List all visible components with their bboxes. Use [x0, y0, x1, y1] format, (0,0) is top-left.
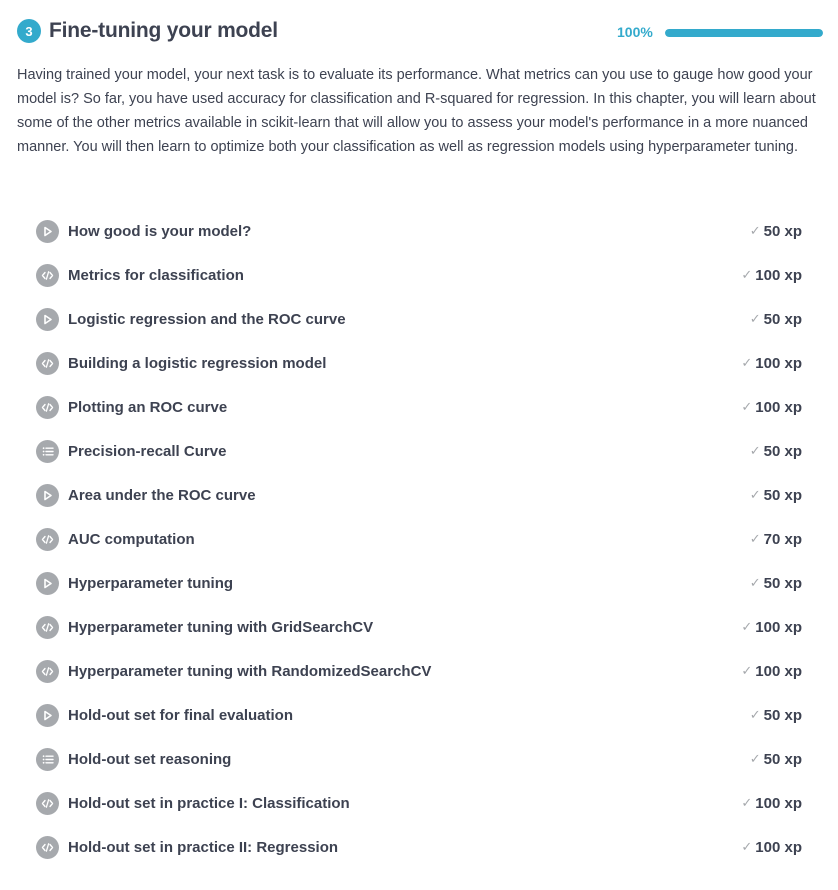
- exercise-item[interactable]: Hold-out set reasoning ✓ 50 xp: [36, 737, 804, 781]
- exercise-xp: ✓ 100 xp: [741, 781, 802, 825]
- code-icon: [36, 791, 59, 815]
- code-icon: [36, 659, 59, 683]
- xp-value: 100 xp: [755, 794, 802, 812]
- code-icon: [36, 615, 59, 639]
- progress-percent: 100%: [617, 24, 653, 40]
- exercise-item[interactable]: Plotting an ROC curve ✓ 100 xp: [36, 385, 804, 429]
- xp-value: 50 xp: [763, 222, 802, 240]
- exercise-item[interactable]: Hold-out set for final evaluation ✓ 50 xp: [36, 693, 804, 737]
- exercise-xp: ✓ 50 xp: [750, 561, 802, 605]
- exercise-title[interactable]: Metrics for classification: [68, 267, 244, 284]
- checkmark-icon: ✓: [741, 663, 753, 678]
- exercise-title[interactable]: Area under the ROC curve: [68, 487, 256, 504]
- checkmark-icon: ✓: [749, 707, 761, 722]
- chapter-description: Having trained your model, your next tas…: [17, 67, 816, 155]
- checkmark-icon: ✓: [749, 751, 761, 766]
- exercise-title[interactable]: Hold-out set in practice II: Regression: [68, 839, 338, 856]
- exercise-title[interactable]: Hold-out set in practice I: Classificati…: [68, 795, 350, 812]
- xp-value: 50 xp: [763, 750, 802, 768]
- exercise-title[interactable]: Building a logistic regression model: [68, 355, 326, 372]
- checkmark-icon: ✓: [749, 223, 761, 238]
- exercise-xp: ✓ 100 xp: [741, 649, 802, 693]
- exercise-title[interactable]: How good is your model?: [68, 223, 251, 240]
- list-icon: [36, 439, 59, 463]
- xp-value: 100 xp: [755, 838, 802, 856]
- exercise-item[interactable]: Logistic regression and the ROC curve ✓ 50…: [36, 297, 804, 341]
- progress-bar-fill: [665, 29, 823, 37]
- exercise-xp: ✓ 100 xp: [741, 253, 802, 297]
- xp-value: 100 xp: [755, 662, 802, 680]
- exercise-item[interactable]: AUC computation ✓ 70 xp: [36, 517, 804, 561]
- xp-value: 50 xp: [763, 574, 802, 592]
- code-icon: [36, 263, 59, 287]
- checkmark-icon: ✓: [749, 487, 761, 502]
- exercise-title[interactable]: Precision-recall Curve: [68, 443, 226, 460]
- chapter-card: 3 Fine-tuning your model 100% Having tra…: [0, 0, 838, 890]
- exercise-item[interactable]: Metrics for classification ✓ 100 xp: [36, 253, 804, 297]
- checkmark-icon: ✓: [749, 575, 761, 590]
- exercise-title[interactable]: AUC computation: [68, 531, 195, 548]
- exercise-item[interactable]: Hyperparameter tuning with GridSearchCV ✓…: [36, 605, 804, 649]
- play-icon: [36, 571, 59, 595]
- exercise-item[interactable]: Precision-recall Curve ✓ 50 xp: [36, 429, 804, 473]
- checkmark-icon: ✓: [741, 355, 753, 370]
- play-icon: [36, 703, 59, 727]
- exercise-xp: ✓ 50 xp: [750, 429, 802, 473]
- checkmark-icon: ✓: [741, 795, 753, 810]
- checkmark-icon: ✓: [741, 267, 753, 282]
- chapter-number-badge: 3: [17, 19, 41, 43]
- exercise-item[interactable]: Hyperparameter tuning with RandomizedSea…: [36, 649, 804, 693]
- exercise-xp: ✓ 50 xp: [750, 209, 802, 253]
- exercise-xp: ✓ 100 xp: [741, 825, 802, 869]
- chapter-title[interactable]: Fine-tuning your model: [49, 17, 278, 45]
- xp-value: 50 xp: [763, 310, 802, 328]
- code-icon: [36, 351, 59, 375]
- xp-value: 70 xp: [763, 530, 802, 548]
- checkmark-icon: ✓: [741, 839, 753, 854]
- xp-value: 50 xp: [763, 486, 802, 504]
- exercise-xp: ✓ 50 xp: [750, 297, 802, 341]
- exercise-list: How good is your model? ✓ 50 xp Metrics for…: [36, 209, 804, 869]
- exercise-title[interactable]: Logistic regression and the ROC curve: [68, 311, 346, 328]
- exercise-item[interactable]: Hold-out set in practice II: Regression ✓…: [36, 825, 804, 869]
- checkmark-icon: ✓: [741, 399, 753, 414]
- exercise-title[interactable]: Hyperparameter tuning: [68, 575, 233, 592]
- exercise-title[interactable]: Hold-out set reasoning: [68, 751, 231, 768]
- exercise-title[interactable]: Plotting an ROC curve: [68, 399, 227, 416]
- exercise-title[interactable]: Hold-out set for final evaluation: [68, 707, 293, 724]
- exercise-item[interactable]: Building a logistic regression model ✓ 100…: [36, 341, 804, 385]
- checkmark-icon: ✓: [749, 443, 761, 458]
- code-icon: [36, 835, 59, 859]
- exercise-xp: ✓ 100 xp: [741, 605, 802, 649]
- exercise-xp: ✓ 100 xp: [741, 341, 802, 385]
- exercise-title[interactable]: Hyperparameter tuning with RandomizedSea…: [68, 663, 431, 680]
- exercise-item[interactable]: How good is your model? ✓ 50 xp: [36, 209, 804, 253]
- exercise-xp: ✓ 50 xp: [750, 693, 802, 737]
- xp-value: 100 xp: [755, 618, 802, 636]
- progress-bar: [665, 29, 823, 37]
- checkmark-icon: ✓: [741, 619, 753, 634]
- play-icon: [36, 219, 59, 243]
- code-icon: [36, 395, 59, 419]
- checkmark-icon: ✓: [749, 311, 761, 326]
- play-icon: [36, 483, 59, 507]
- checkmark-icon: ✓: [749, 531, 761, 546]
- xp-value: 100 xp: [755, 266, 802, 284]
- list-icon: [36, 747, 59, 771]
- exercise-xp: ✓ 100 xp: [741, 385, 802, 429]
- xp-value: 100 xp: [755, 354, 802, 372]
- exercise-title[interactable]: Hyperparameter tuning with GridSearchCV: [68, 619, 373, 636]
- code-icon: [36, 527, 59, 551]
- exercise-item[interactable]: Hold-out set in practice I: Classificati…: [36, 781, 804, 825]
- xp-value: 100 xp: [755, 398, 802, 416]
- exercise-item[interactable]: Area under the ROC curve ✓ 50 xp: [36, 473, 804, 517]
- chapter-header: 3 Fine-tuning your model 100%: [17, 16, 823, 46]
- exercise-xp: ✓ 50 xp: [750, 737, 802, 781]
- xp-value: 50 xp: [763, 442, 802, 460]
- exercise-xp: ✓ 70 xp: [750, 517, 802, 561]
- exercise-item[interactable]: Hyperparameter tuning ✓ 50 xp: [36, 561, 804, 605]
- xp-value: 50 xp: [763, 706, 802, 724]
- play-icon: [36, 307, 59, 331]
- exercise-xp: ✓ 50 xp: [750, 473, 802, 517]
